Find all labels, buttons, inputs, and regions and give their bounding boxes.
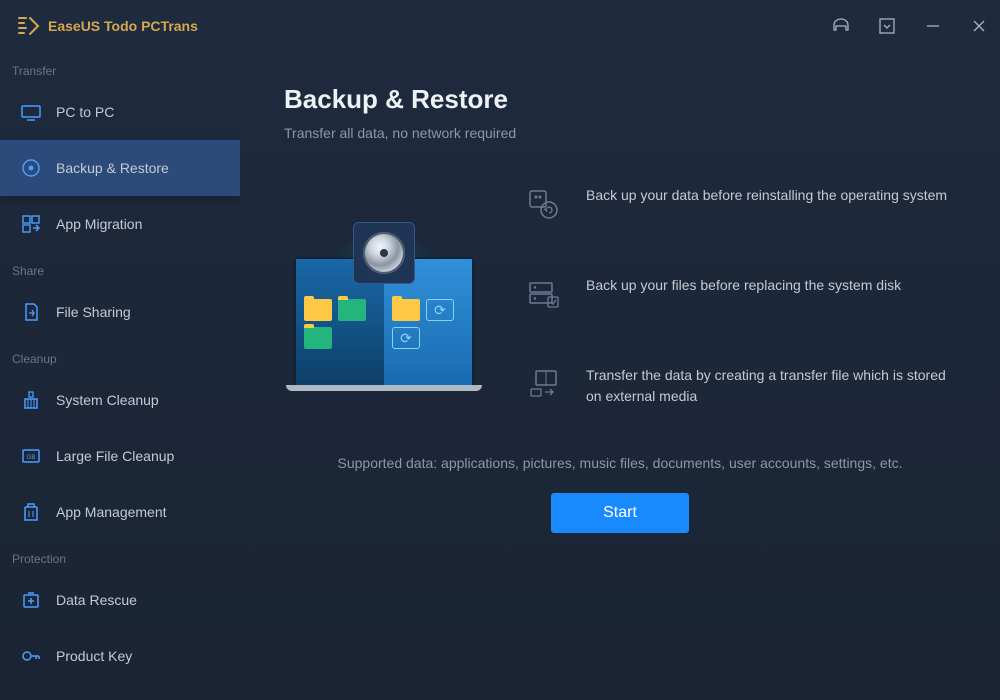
sidebar-item-app-management[interactable]: App Management (0, 484, 240, 540)
svg-text:GB: GB (27, 455, 36, 461)
app-migration-icon (20, 213, 42, 235)
data-rescue-icon (20, 589, 42, 611)
main-panel: Backup & Restore Transfer all data, no n… (240, 52, 1000, 700)
backup-illustration: ⟳ ⟳ (284, 207, 484, 407)
feature-text: Back up your data before reinstalling th… (586, 185, 947, 206)
sidebar-item-label: File Sharing (56, 304, 131, 320)
sidebar-item-large-file-cleanup[interactable]: GB Large File Cleanup (0, 428, 240, 484)
sidebar-group-share: Share (0, 252, 240, 284)
backup-restore-icon (20, 157, 42, 179)
system-cleanup-icon (20, 389, 42, 411)
sidebar-item-app-migration[interactable]: App Migration (0, 196, 240, 252)
sidebar-item-label: Product Key (56, 648, 132, 664)
page-title: Backup & Restore (284, 84, 956, 115)
sidebar-item-file-sharing[interactable]: File Sharing (0, 284, 240, 340)
sidebar-item-system-cleanup[interactable]: System Cleanup (0, 372, 240, 428)
sidebar-item-label: Data Rescue (56, 592, 137, 608)
app-logo: EaseUS Todo PCTrans (18, 17, 830, 35)
sidebar-item-label: PC to PC (56, 104, 114, 120)
feature-list: Back up your data before reinstalling th… (524, 177, 956, 407)
sidebar: Transfer PC to PC Backup & Restore App M… (0, 52, 240, 700)
sidebar-item-pc-to-pc[interactable]: PC to PC (0, 84, 240, 140)
sidebar-item-label: System Cleanup (56, 392, 159, 408)
menu-dropdown-icon[interactable] (876, 15, 898, 37)
content-row: ⟳ ⟳ Back up your data before reinstallin… (284, 177, 956, 407)
sidebar-item-label: Backup & Restore (56, 160, 169, 176)
sidebar-item-label: App Migration (56, 216, 142, 232)
titlebar-controls (830, 15, 990, 37)
feature-text: Transfer the data by creating a transfer… (586, 365, 956, 407)
app-management-icon (20, 501, 42, 523)
sidebar-item-backup-restore[interactable]: Backup & Restore (0, 140, 240, 196)
sidebar-item-data-rescue[interactable]: Data Rescue (0, 572, 240, 628)
feature-item: Back up your data before reinstalling th… (524, 185, 956, 225)
sidebar-item-label: Large File Cleanup (56, 448, 174, 464)
transfer-file-icon (524, 365, 564, 405)
sidebar-item-label: App Management (56, 504, 167, 520)
minimize-icon[interactable] (922, 15, 944, 37)
sidebar-group-cleanup: Cleanup (0, 340, 240, 372)
sidebar-item-product-key[interactable]: Product Key (0, 628, 240, 684)
backup-os-icon (524, 185, 564, 225)
support-icon[interactable] (830, 15, 852, 37)
supported-data-text: Supported data: applications, pictures, … (284, 455, 956, 471)
sidebar-group-transfer: Transfer (0, 52, 240, 84)
page-subtitle: Transfer all data, no network required (284, 125, 956, 141)
pc-to-pc-icon (20, 101, 42, 123)
app-title: EaseUS Todo PCTrans (48, 18, 198, 34)
file-sharing-icon (20, 301, 42, 323)
feature-text: Back up your files before replacing the … (586, 275, 901, 296)
backup-disk-icon (524, 275, 564, 315)
large-file-cleanup-icon: GB (20, 445, 42, 467)
logo-icon (18, 17, 40, 35)
product-key-icon (20, 645, 42, 667)
feature-item: Back up your files before replacing the … (524, 275, 956, 315)
app-window: EaseUS Todo PCTrans Transfer (0, 0, 1000, 700)
feature-item: Transfer the data by creating a transfer… (524, 365, 956, 407)
titlebar: EaseUS Todo PCTrans (0, 0, 1000, 52)
sidebar-group-protection: Protection (0, 540, 240, 572)
close-icon[interactable] (968, 15, 990, 37)
start-button[interactable]: Start (551, 493, 689, 533)
